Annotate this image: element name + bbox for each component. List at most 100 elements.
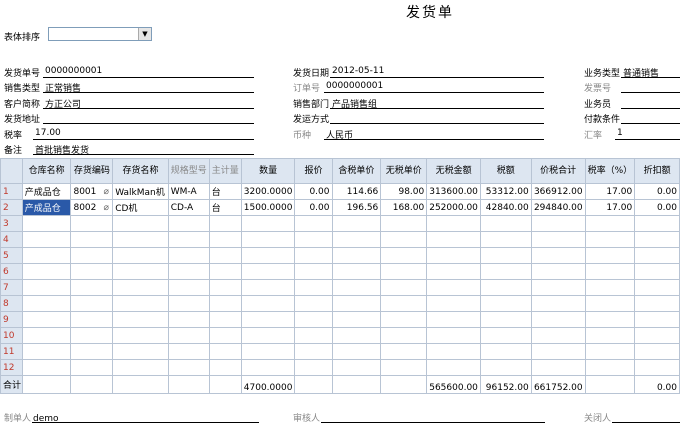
table-cell[interactable] [331, 311, 382, 328]
table-cell[interactable]: 产成品仓 [21, 183, 72, 200]
field-input[interactable]: 2012-05-11 [332, 66, 384, 76]
table-cell[interactable] [380, 359, 428, 376]
field-input[interactable]: 0000000001 [326, 81, 383, 91]
row-number[interactable]: 5 [0, 247, 23, 264]
table-cell[interactable] [21, 215, 72, 232]
column-header[interactable]: 数量 [240, 158, 296, 184]
attachment-icon[interactable]: ⌀ [102, 203, 110, 213]
table-row[interactable]: 10 [0, 327, 680, 344]
table-cell[interactable] [331, 359, 382, 376]
column-header[interactable]: 存货名称 [112, 158, 169, 184]
column-header[interactable]: 税率（%） [584, 158, 636, 184]
table-cell[interactable] [426, 247, 481, 264]
table-cell[interactable] [240, 247, 296, 264]
table-cell[interactable]: 0.00 [634, 183, 680, 200]
table-cell[interactable]: 0.00 [294, 183, 333, 200]
table-cell[interactable] [479, 311, 532, 328]
row-number[interactable]: 8 [0, 295, 23, 312]
table-cell[interactable]: WM-A [167, 183, 210, 200]
table-cell[interactable]: 168.00 [380, 199, 428, 216]
table-cell[interactable] [208, 327, 242, 344]
table-cell[interactable] [331, 231, 382, 248]
table-cell[interactable] [479, 247, 532, 264]
table-cell[interactable] [240, 359, 296, 376]
table-cell[interactable] [70, 215, 114, 232]
row-number[interactable]: 3 [0, 215, 23, 232]
column-header[interactable]: 折扣额 [634, 158, 680, 184]
table-cell[interactable] [167, 359, 210, 376]
table-cell[interactable] [294, 263, 333, 280]
table-cell[interactable] [112, 263, 169, 280]
table-cell[interactable] [240, 263, 296, 280]
table-cell[interactable] [294, 231, 333, 248]
table-cell[interactable] [21, 311, 72, 328]
table-cell[interactable] [70, 295, 114, 312]
table-cell[interactable] [21, 263, 72, 280]
table-cell[interactable] [21, 279, 72, 296]
table-cell[interactable] [167, 279, 210, 296]
table-cell[interactable]: 42840.00 [479, 199, 532, 216]
table-cell[interactable]: 114.66 [331, 183, 382, 200]
table-cell[interactable] [240, 231, 296, 248]
table-cell[interactable] [70, 247, 114, 264]
table-cell[interactable] [426, 343, 481, 360]
table-cell[interactable] [167, 343, 210, 360]
table-cell[interactable] [479, 263, 532, 280]
table-cell[interactable]: 17.00 [584, 183, 636, 200]
table-cell[interactable] [167, 215, 210, 232]
table-cell[interactable] [426, 215, 481, 232]
table-cell[interactable] [21, 295, 72, 312]
table-cell[interactable]: 252000.00 [426, 199, 481, 216]
table-cell[interactable] [294, 359, 333, 376]
table-cell[interactable] [634, 327, 680, 344]
row-number[interactable]: 6 [0, 263, 23, 280]
table-row[interactable]: 1 产成品仓 8001 ⌀ WalkMan机 WM-A 台 3200.0000 0.00 114.… [0, 183, 680, 200]
table-row[interactable]: 9 [0, 311, 680, 328]
table-cell[interactable]: CD机 [112, 199, 169, 216]
table-cell[interactable] [167, 327, 210, 344]
table-cell[interactable] [331, 279, 382, 296]
column-header[interactable]: 含税单价 [331, 158, 382, 184]
chevron-down-icon[interactable]: ▼ [138, 28, 151, 40]
table-cell[interactable] [294, 327, 333, 344]
table-cell[interactable] [634, 231, 680, 248]
table-cell[interactable]: 8002 ⌀ [70, 199, 114, 216]
row-number[interactable]: 12 [0, 359, 23, 376]
table-cell[interactable] [584, 279, 636, 296]
row-number[interactable]: 2 [0, 199, 23, 216]
table-cell[interactable]: 8001 ⌀ [70, 183, 114, 200]
table-cell[interactable] [208, 215, 242, 232]
table-cell[interactable] [380, 327, 428, 344]
table-cell[interactable] [584, 343, 636, 360]
table-cell[interactable] [208, 343, 242, 360]
table-cell[interactable] [479, 359, 532, 376]
table-cell[interactable] [530, 311, 586, 328]
row-number[interactable]: 4 [0, 231, 23, 248]
field-input[interactable]: 普通销售 [623, 66, 659, 79]
table-cell[interactable]: 366912.00 [530, 183, 586, 200]
attachment-icon[interactable]: ⌀ [102, 187, 110, 197]
table-cell[interactable] [634, 279, 680, 296]
table-row[interactable]: 3 [0, 215, 680, 232]
table-cell[interactable] [167, 295, 210, 312]
table-cell[interactable] [70, 343, 114, 360]
table-cell[interactable]: 294840.00 [530, 199, 586, 216]
table-cell[interactable] [634, 343, 680, 360]
field-input[interactable]: 首批销售发货 [35, 143, 89, 156]
table-cell[interactable] [584, 295, 636, 312]
table-cell[interactable] [112, 327, 169, 344]
table-cell[interactable] [331, 215, 382, 232]
table-cell[interactable]: 17.00 [584, 199, 636, 216]
table-cell[interactable] [70, 263, 114, 280]
table-cell[interactable] [634, 359, 680, 376]
table-cell[interactable] [70, 311, 114, 328]
table-cell[interactable] [167, 311, 210, 328]
table-cell[interactable] [331, 343, 382, 360]
table-cell[interactable] [294, 215, 333, 232]
table-cell[interactable] [208, 359, 242, 376]
table-cell[interactable] [380, 295, 428, 312]
column-header[interactable]: 税额 [479, 158, 532, 184]
table-cell[interactable] [426, 263, 481, 280]
table-row[interactable]: 6 [0, 263, 680, 280]
table-cell[interactable] [380, 231, 428, 248]
